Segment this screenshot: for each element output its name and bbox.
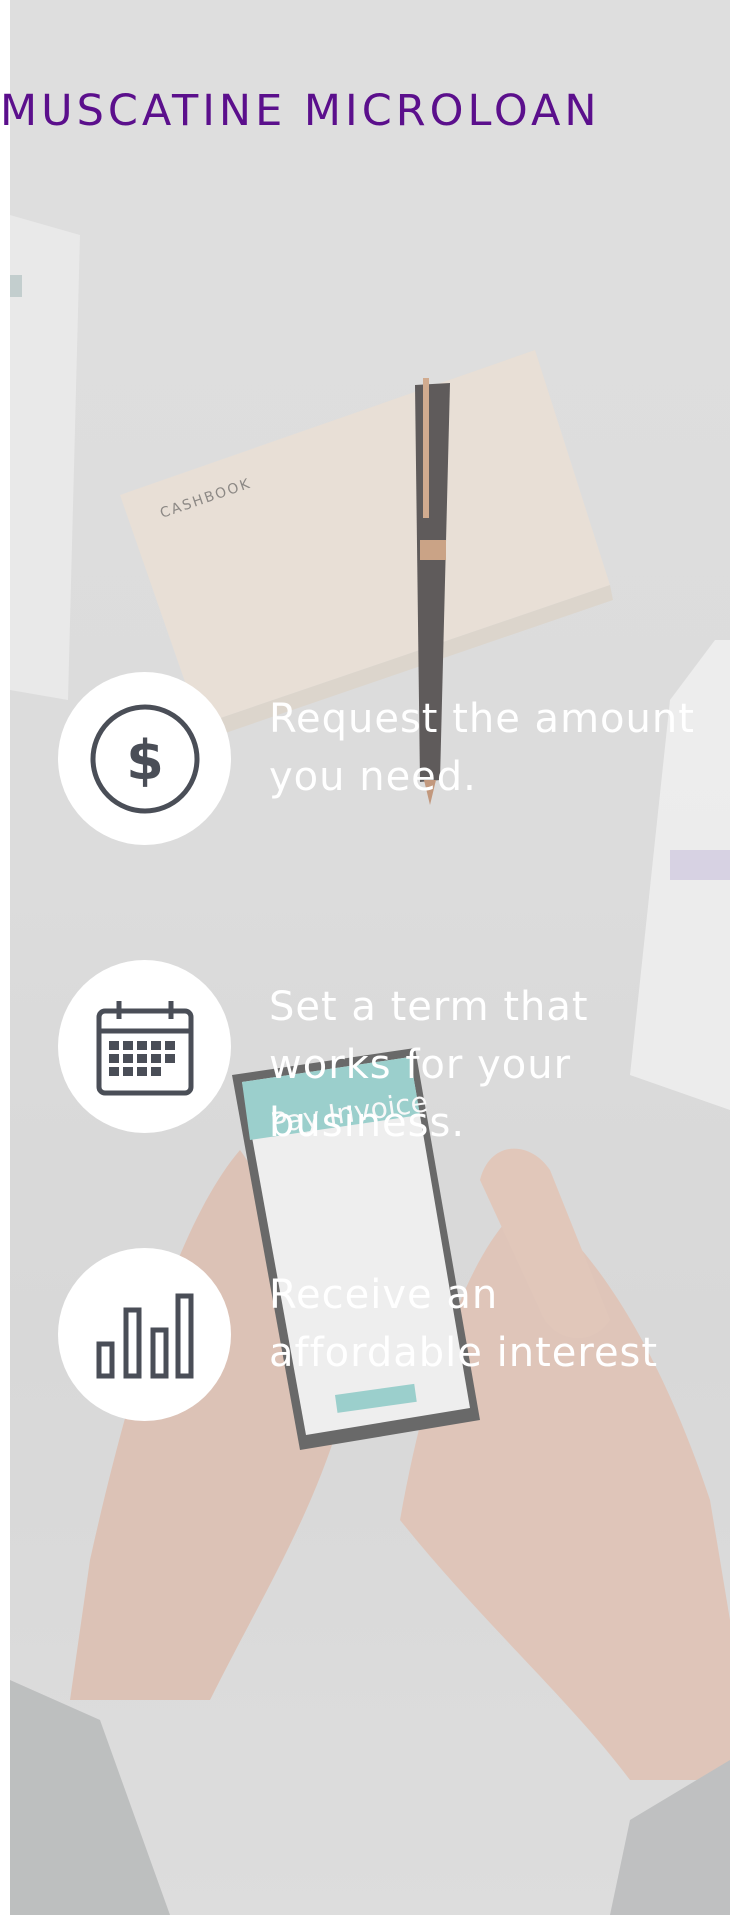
step-text: Request the amount you need.	[269, 696, 695, 800]
step-icon-circle: $	[58, 672, 231, 845]
page: CASHBOOK Pay Invoice MUSCATINE MICROLOAN…	[0, 0, 730, 1915]
dollar-circle-icon: $	[90, 704, 199, 813]
step-text: Set a term that works for your business.	[269, 984, 589, 1146]
calendar-icon	[96, 1000, 193, 1095]
svg-text:$: $	[126, 729, 164, 792]
step-receive-rate: Receive an affordable interest	[58, 1248, 718, 1423]
step-text: Receive an affordable interest	[269, 1272, 659, 1376]
bar-chart-icon	[96, 1293, 193, 1378]
background-photo: CASHBOOK Pay Invoice	[10, 0, 730, 1915]
photo-veil	[10, 0, 730, 1915]
step-icon-circle	[58, 960, 231, 1133]
brand-title: MUSCATINE MICROLOAN	[0, 86, 601, 136]
step-icon-circle	[58, 1248, 231, 1421]
step-set-term: Set a term that works for your business.	[58, 960, 718, 1146]
step-request-amount: $ Request the amount you need.	[58, 672, 718, 847]
